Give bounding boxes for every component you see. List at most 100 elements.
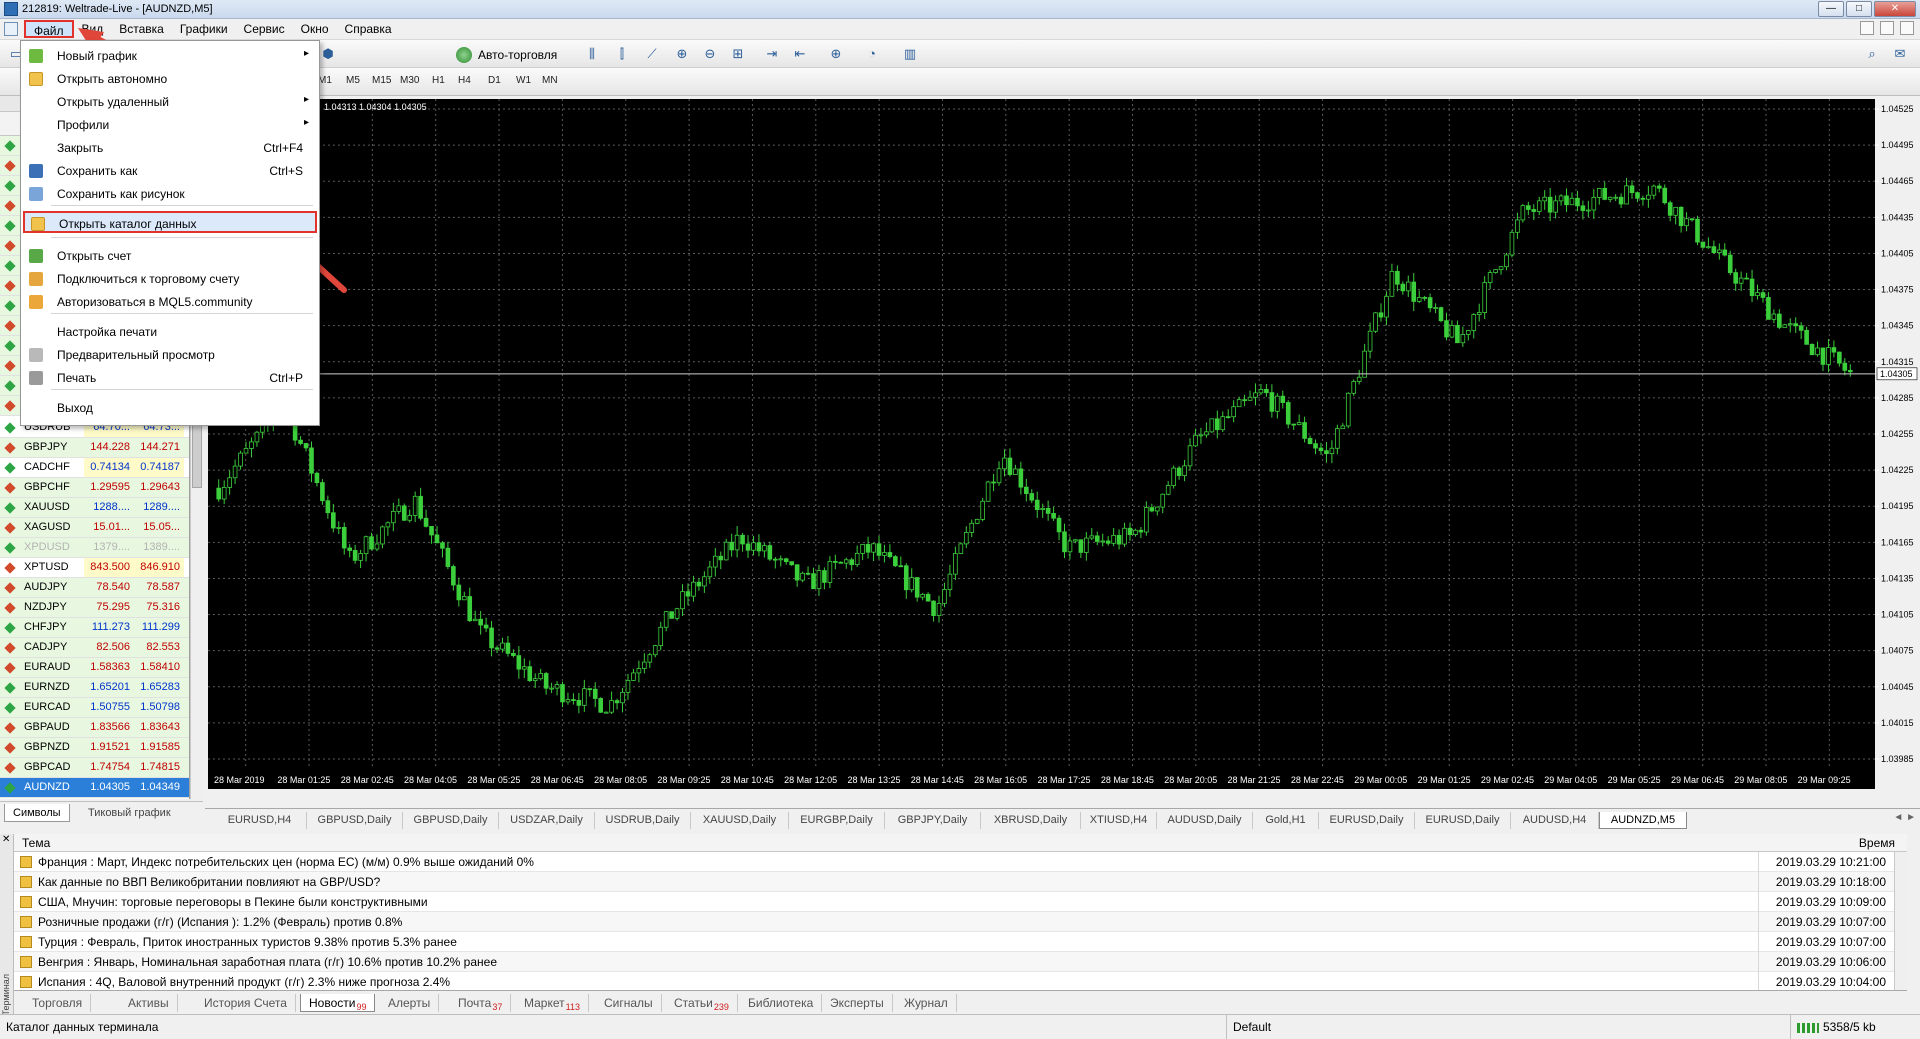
menu-item-12[interactable]: Настройка печати — [23, 321, 317, 343]
terminal-tab-12[interactable]: Журнал — [896, 994, 957, 1012]
market-watch-row[interactable]: XPDUSD 1379.... 1389.... — [0, 538, 189, 558]
timeframe-w1[interactable]: W1 — [516, 75, 531, 86]
chart-tab-gbpusd-daily[interactable]: GBPUSD,Daily — [403, 812, 499, 829]
market-watch-row[interactable]: XPTUSD 843.500 846.910 — [0, 558, 189, 578]
terminal-tab-8[interactable]: Сигналы — [596, 994, 662, 1012]
chart-tab-gold-h1[interactable]: Gold,H1 — [1253, 812, 1319, 829]
chart-tab-xtiusd-h4[interactable]: XTIUSD,H4 — [1081, 812, 1157, 829]
chart-tab-usdrub-daily[interactable]: USDRUB,Daily — [595, 812, 691, 829]
news-row[interactable]: Испания : 4Q, Валовой внутренний продукт… — [14, 972, 1894, 990]
market-watch-row[interactable]: EURNZD 1.65201 1.65283 — [0, 678, 189, 698]
chart-tab-eurusd-daily[interactable]: EURUSD,Daily — [1415, 812, 1511, 829]
timeframe-m1[interactable]: M1 — [318, 75, 332, 86]
terminal-tab-6[interactable]: Почта37 — [450, 994, 512, 1012]
timeframe-d1[interactable]: D1 — [488, 75, 501, 86]
market-watch-row[interactable]: GBPNZD 1.91521 1.91585 — [0, 738, 189, 758]
chart-tab-gbpusd-daily[interactable]: GBPUSD,Daily — [307, 812, 403, 829]
menu-item-8[interactable]: Открыть каталог данных — [23, 211, 317, 233]
market-watch-row[interactable]: AUDNZD 1.04305 1.04349 — [0, 778, 189, 798]
market-watch-row[interactable]: XAUUSD 1288.... 1289.... — [0, 498, 189, 518]
terminal-tab-11[interactable]: Эксперты — [822, 994, 893, 1012]
maximize-button[interactable]: □ — [1846, 1, 1872, 17]
menu-item-5[interactable]: Закрыть Ctrl+F4 — [23, 137, 317, 159]
menu-item-14[interactable]: Печать Ctrl+P — [23, 367, 317, 389]
news-row[interactable]: Розничные продажи (г/г) (Испания ): 1.2%… — [14, 912, 1894, 932]
close-window-button[interactable]: ✕ — [1874, 1, 1916, 17]
chart-tab-eurgbp-daily[interactable]: EURGBP,Daily — [789, 812, 885, 829]
templates-icon[interactable]: ▥ — [900, 45, 920, 63]
chart-tab-xbrusd-daily[interactable]: XBRUSD,Daily — [981, 812, 1081, 829]
market-watch-row[interactable]: GBPJPY 144.228 144.271 — [0, 438, 189, 458]
news-row[interactable]: США, Мнучин: торговые переговоры в Пекин… — [14, 892, 1894, 912]
menu-item-2[interactable]: Открыть автономно — [23, 68, 317, 90]
header-time[interactable]: Время — [1859, 836, 1895, 850]
tabs-scroll-arrows[interactable]: ◄ ► — [1893, 812, 1916, 823]
market-watch-row[interactable]: EURAUD 1.58363 1.58410 — [0, 658, 189, 678]
menu-4[interactable]: Графики — [172, 20, 236, 38]
terminal-tab-3[interactable]: История Счета — [196, 994, 296, 1012]
market-watch-row[interactable]: EURCAD 1.50755 1.50798 — [0, 698, 189, 718]
terminal-tab-7[interactable]: Маркет113 — [516, 994, 589, 1012]
price-chart[interactable]: 1.04525 1.04495 1.04465 1.04435 1.04405 1.043… — [205, 96, 1920, 808]
menu-item-1[interactable]: Новый график ▸ — [23, 45, 317, 67]
close-terminal-button[interactable]: ✕ — [2, 834, 10, 845]
news-scrollbar[interactable] — [1894, 852, 1907, 990]
mw-tab-symbols[interactable]: Символы — [4, 804, 70, 822]
autoscroll-icon[interactable]: ⇥ — [762, 45, 782, 63]
search-icon[interactable]: ⌕ — [1862, 45, 1882, 63]
menu-1[interactable]: Файл — [24, 20, 74, 38]
chart-tab-xauusd-daily[interactable]: XAUUSD,Daily — [691, 812, 789, 829]
market-watch-row[interactable]: NZDJPY 75.295 75.316 — [0, 598, 189, 618]
shift-icon[interactable]: ⇤ — [790, 45, 810, 63]
timeframe-h4[interactable]: H4 — [458, 75, 471, 86]
menu-item-10[interactable]: Подключиться к торговому счету — [23, 268, 317, 290]
menu-item-3[interactable]: Открыть удаленный ▸ — [23, 91, 317, 113]
chart-tab-usdzar-daily[interactable]: USDZAR,Daily — [499, 812, 595, 829]
menu-5[interactable]: Сервис — [236, 20, 293, 38]
menu-7[interactable]: Справка — [337, 20, 400, 38]
mdi-close-icon[interactable] — [1900, 21, 1914, 35]
terminal-tab-2[interactable]: Активы — [120, 994, 178, 1012]
news-row[interactable]: Франция : Март, Индекс потребительских ц… — [14, 852, 1894, 872]
chart-tab-gbpjpy-daily[interactable]: GBPJPY,Daily — [885, 812, 981, 829]
market-watch-row[interactable]: AUDJPY 78.540 78.587 — [0, 578, 189, 598]
line-chart-icon[interactable]: ⟋ — [642, 45, 662, 63]
chart-window[interactable]: 1.04525 1.04495 1.04465 1.04435 1.04405 1.043… — [205, 96, 1920, 808]
terminal-tab-5[interactable]: Алерты — [380, 994, 440, 1012]
timeframe-m5[interactable]: M5 — [346, 75, 360, 86]
timeframe-mn[interactable]: MN — [542, 75, 558, 86]
terminal-tab-4[interactable]: Новости99 — [300, 994, 376, 1012]
chart-tab-audusd-daily[interactable]: AUDUSD,Daily — [1157, 812, 1253, 829]
terminal-tab-10[interactable]: Библиотека — [740, 994, 823, 1012]
terminal-tab-1[interactable]: Торговля — [24, 994, 92, 1012]
menu-item-11[interactable]: Авторизоваться в MQL5.community — [23, 291, 317, 313]
menu-item-13[interactable]: Предварительный просмотр — [23, 344, 317, 366]
autotrading-button[interactable]: Авто-торговля — [456, 46, 557, 64]
document-icon[interactable] — [4, 22, 18, 36]
toolbar-icon-13[interactable]: ⬢ — [318, 45, 338, 63]
market-watch-row[interactable]: CADJPY 82.506 82.553 — [0, 638, 189, 658]
menu-6[interactable]: Окно — [293, 20, 337, 38]
menu-item-4[interactable]: Профили ▸ — [23, 114, 317, 136]
tile-icon[interactable]: ⊞ — [728, 45, 748, 63]
menu-item-9[interactable]: Открыть счет — [23, 245, 317, 267]
news-row[interactable]: Как данные по ВВП Великобритании повлияю… — [14, 872, 1894, 892]
menu-item-7[interactable]: Сохранить как рисунок — [23, 183, 317, 205]
news-row[interactable]: Турция : Февраль, Приток иностранных тур… — [14, 932, 1894, 952]
zoom-in-icon[interactable]: ⊕ — [672, 45, 692, 63]
timeframe-h1[interactable]: H1 — [432, 75, 445, 86]
market-watch-row[interactable]: GBPAUD 1.83566 1.83643 — [0, 718, 189, 738]
mdi-restore-icon[interactable] — [1880, 21, 1894, 35]
timeframe-m15[interactable]: M15 — [372, 75, 391, 86]
bars-icon[interactable]: ⫼ — [582, 45, 602, 63]
candles-icon[interactable]: ⫿ — [612, 45, 632, 63]
chart-tab-audnzd-m5[interactable]: AUDNZD,M5 — [1599, 812, 1687, 829]
menu-item-6[interactable]: Сохранить как Ctrl+S — [23, 160, 317, 182]
chart-tab-eurusd-daily[interactable]: EURUSD,Daily — [1319, 812, 1415, 829]
terminal-tab-9[interactable]: Статьи239 — [666, 994, 738, 1012]
market-watch-row[interactable]: GBPCAD 1.74754 1.74815 — [0, 758, 189, 778]
market-watch-row[interactable]: GBPCHF 1.29595 1.29643 — [0, 478, 189, 498]
indicators-icon[interactable]: ⊕ — [826, 45, 846, 63]
mw-tab-tick-chart[interactable]: Тиковый график — [80, 804, 179, 822]
scroll-thumb[interactable] — [192, 418, 202, 488]
